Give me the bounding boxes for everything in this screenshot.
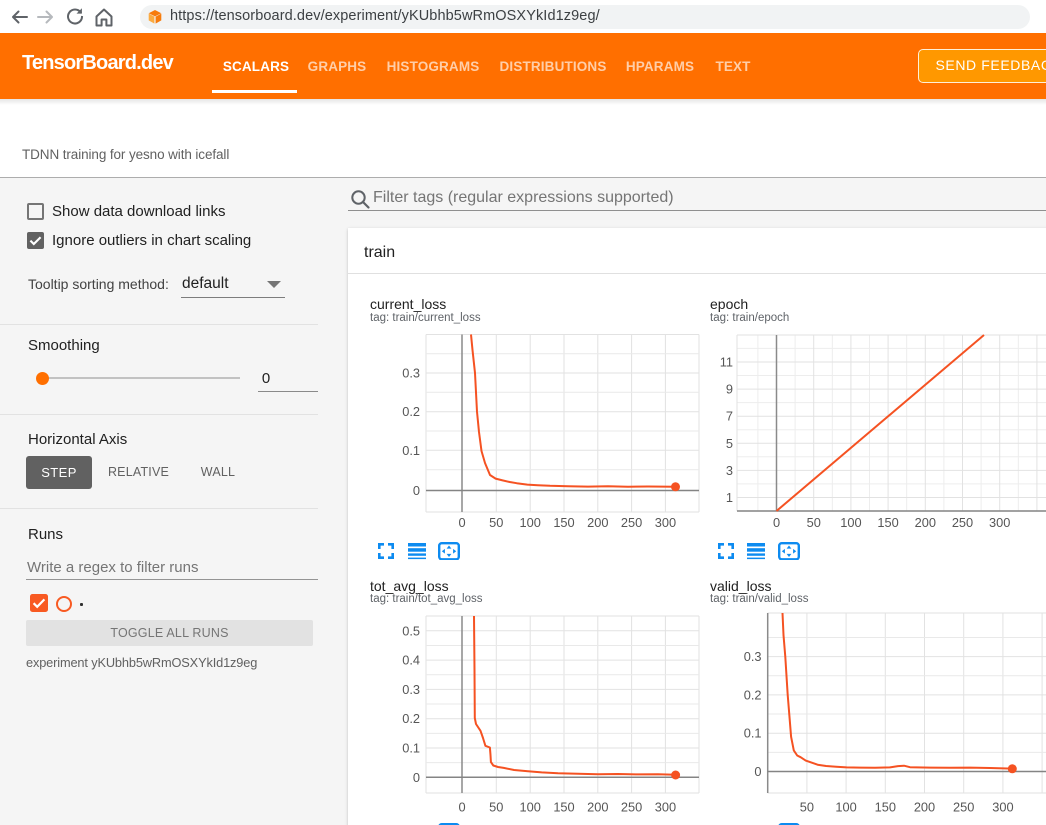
svg-text:300: 300 (655, 515, 676, 530)
svg-text:0: 0 (413, 483, 420, 498)
svg-text:150: 150 (553, 515, 574, 530)
svg-text:50: 50 (807, 515, 821, 530)
svg-text:300: 300 (989, 515, 1010, 530)
svg-text:50: 50 (489, 515, 503, 530)
svg-text:150: 150 (877, 515, 898, 530)
svg-text:0.5: 0.5 (402, 623, 420, 638)
svg-text:9: 9 (726, 382, 733, 397)
svg-text:0.1: 0.1 (402, 741, 420, 756)
svg-text:0.1: 0.1 (402, 443, 420, 458)
svg-text:5: 5 (726, 436, 733, 451)
svg-text:150: 150 (875, 800, 896, 815)
svg-text:0: 0 (754, 764, 761, 779)
svg-text:0: 0 (773, 515, 780, 530)
svg-text:0.2: 0.2 (402, 711, 420, 726)
svg-text:300: 300 (992, 800, 1013, 815)
svg-text:100: 100 (520, 515, 541, 530)
svg-text:250: 250 (621, 800, 642, 815)
svg-text:150: 150 (553, 800, 574, 815)
svg-text:0.3: 0.3 (402, 366, 420, 381)
svg-text:200: 200 (587, 515, 608, 530)
svg-text:100: 100 (520, 800, 541, 815)
svg-text:250: 250 (952, 515, 973, 530)
svg-text:11: 11 (720, 355, 733, 370)
svg-text:50: 50 (489, 800, 503, 815)
svg-text:250: 250 (621, 515, 642, 530)
svg-text:300: 300 (655, 800, 676, 815)
svg-text:50: 50 (800, 800, 814, 815)
svg-text:0.3: 0.3 (402, 682, 420, 697)
svg-text:0: 0 (458, 515, 465, 530)
svg-text:0.4: 0.4 (402, 653, 420, 668)
svg-text:3: 3 (726, 463, 733, 478)
svg-text:0.2: 0.2 (402, 404, 420, 419)
svg-text:0.3: 0.3 (744, 649, 762, 664)
svg-text:0.1: 0.1 (744, 726, 762, 741)
svg-text:1: 1 (726, 490, 733, 505)
svg-text:0.2: 0.2 (744, 687, 762, 702)
svg-text:250: 250 (953, 800, 974, 815)
svg-text:7: 7 (726, 409, 733, 424)
svg-text:0: 0 (413, 770, 420, 785)
svg-text:100: 100 (835, 800, 856, 815)
svg-text:100: 100 (840, 515, 861, 530)
svg-text:200: 200 (587, 800, 608, 815)
svg-text:0: 0 (458, 800, 465, 815)
svg-text:200: 200 (914, 800, 935, 815)
svg-text:200: 200 (915, 515, 936, 530)
